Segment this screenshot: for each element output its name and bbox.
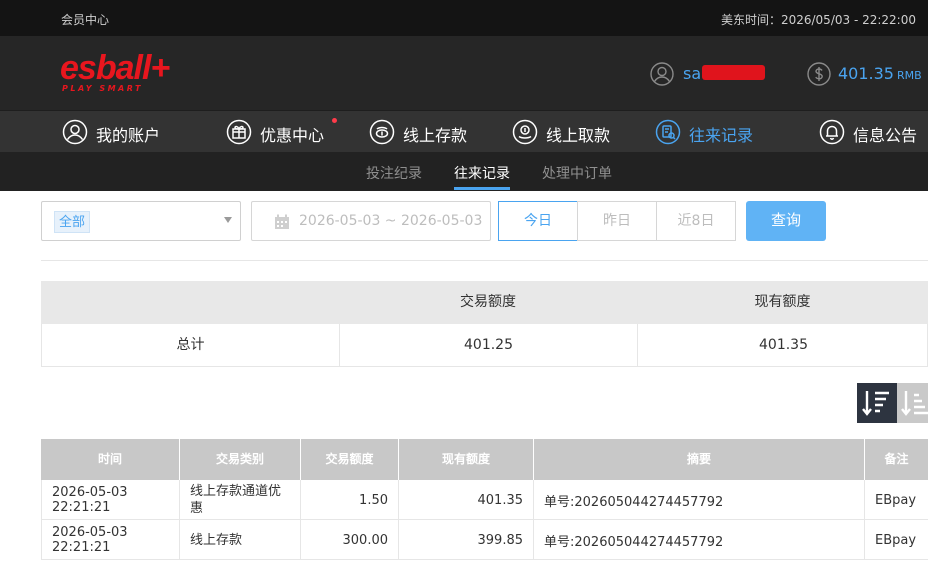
date-range-picker[interactable]: 2026-05-03 ~ 2026-05-03 bbox=[251, 201, 491, 241]
date-range-text: 2026-05-03 ~ 2026-05-03 bbox=[299, 213, 483, 229]
deposit-icon bbox=[369, 119, 395, 145]
row-balance: 399.85 bbox=[399, 520, 534, 560]
col-note: 备注 bbox=[884, 452, 909, 466]
sort-descending-icon bbox=[862, 391, 889, 416]
summary-transaction-amount: 401.25 bbox=[340, 324, 638, 367]
summary-header-current: 现有额度 bbox=[754, 294, 811, 310]
logo-wordmark: esball+ bbox=[60, 49, 170, 87]
summary-total-label: 总计 bbox=[42, 324, 340, 367]
row-amount: 1.50 bbox=[301, 480, 399, 520]
sort-ascending-button[interactable] bbox=[897, 383, 928, 423]
records-header-row: 时间 交易类别 交易额度 现有额度 摘要 备注 bbox=[41, 439, 928, 480]
chevron-down-icon bbox=[224, 217, 232, 223]
records-table: 时间 交易类别 交易额度 现有额度 摘要 备注 2026-05-03 22:21… bbox=[41, 439, 928, 560]
quick-today-button[interactable]: 今日 bbox=[498, 201, 578, 241]
row-time: 2026-05-03 22:21:21 bbox=[42, 520, 180, 560]
records-icon bbox=[655, 119, 681, 145]
sort-descending-button[interactable] bbox=[857, 383, 897, 423]
esball-logo[interactable]: esball+ PLAY SMART bbox=[60, 50, 170, 96]
row-type: 线上存款 bbox=[180, 520, 301, 560]
user-icon bbox=[650, 62, 674, 86]
main-nav: 我的账户 优惠中心 线上存款 线上取款 往来记录 信息公告 bbox=[0, 110, 928, 152]
nav-label: 我的账户 bbox=[96, 126, 161, 145]
query-button[interactable]: 查询 bbox=[746, 201, 826, 241]
col-type: 交易类别 bbox=[180, 439, 301, 480]
summary-header-row: 交易额度 现有额度 bbox=[41, 281, 928, 324]
calendar-icon bbox=[275, 214, 289, 229]
active-tab-indicator bbox=[454, 187, 510, 190]
summary-header-transaction: 交易额度 bbox=[460, 294, 516, 310]
row-time: 2026-05-03 22:21:21 bbox=[42, 480, 180, 520]
row-note: EBpay bbox=[875, 492, 917, 508]
gift-icon bbox=[226, 119, 252, 145]
nav-label: 线上取款 bbox=[546, 126, 611, 145]
quick-yesterday-button[interactable]: 昨日 bbox=[577, 201, 657, 241]
selected-type-chip: 全部 bbox=[54, 211, 91, 233]
quick-last-8-days-button[interactable]: 近8日 bbox=[656, 201, 736, 241]
row-balance: 401.35 bbox=[399, 480, 534, 520]
transaction-type-select[interactable]: 全部 bbox=[41, 201, 241, 241]
tab-bet-records[interactable]: 投注纪录 bbox=[366, 163, 422, 183]
username-redaction bbox=[702, 65, 765, 80]
dollar-icon bbox=[807, 62, 831, 86]
summary-table: 交易额度 现有额度 总计 401.25 401.35 bbox=[41, 281, 928, 367]
summary-total-row: 总计 401.25 401.35 bbox=[41, 324, 928, 367]
member-center-title: 会员中心 bbox=[61, 13, 110, 27]
nav-label: 信息公告 bbox=[853, 126, 918, 145]
sub-tabs: 投注纪录 往来记录 处理中订单 bbox=[0, 152, 928, 191]
row-summary: 单号:202605044274457792 bbox=[534, 520, 865, 560]
row-type: 线上存款通道优惠 bbox=[180, 480, 301, 520]
summary-header-blank bbox=[41, 281, 339, 324]
server-time: 美东时间：2026/05/03 - 22:22:00 bbox=[721, 11, 916, 28]
tab-pending-orders[interactable]: 处理中订单 bbox=[542, 163, 612, 183]
balance-value: 401.35 bbox=[838, 64, 894, 83]
summary-current-amount: 401.35 bbox=[759, 337, 808, 353]
col-amount: 交易额度 bbox=[301, 439, 399, 480]
balance-currency: RMB bbox=[896, 69, 922, 82]
logo-tagline: PLAY SMART bbox=[62, 84, 143, 93]
tab-transaction-records[interactable]: 往来记录 bbox=[454, 163, 510, 183]
balance-amount: 401.35 RMB bbox=[838, 64, 922, 83]
row-note: EBpay bbox=[875, 532, 917, 548]
row-amount: 300.00 bbox=[301, 520, 399, 560]
sort-ascending-icon bbox=[901, 391, 928, 416]
nav-label: 往来记录 bbox=[689, 126, 754, 145]
table-row: 2026-05-03 22:21:21 线上存款通道优惠 1.50 401.35… bbox=[41, 480, 928, 520]
divider bbox=[41, 260, 928, 261]
username: sa bbox=[683, 64, 702, 83]
row-summary: 单号:202605044274457792 bbox=[534, 480, 865, 520]
col-time: 时间 bbox=[41, 439, 180, 480]
col-balance: 现有额度 bbox=[399, 439, 534, 480]
nav-label: 优惠中心 bbox=[260, 126, 325, 145]
promotions-notification-dot bbox=[332, 118, 337, 123]
top-bar: 会员中心 美东时间：2026/05/03 - 22:22:00 bbox=[0, 0, 928, 36]
col-summary: 摘要 bbox=[534, 439, 865, 480]
user-circle-icon bbox=[62, 119, 88, 145]
header: esball+ PLAY SMART sa 401.35 RMB bbox=[0, 36, 928, 110]
nav-label: 线上存款 bbox=[403, 126, 468, 145]
server-time-value: 2026/05/03 - 22:22:00 bbox=[780, 13, 916, 27]
withdraw-icon bbox=[512, 119, 538, 145]
table-row: 2026-05-03 22:21:21 线上存款 300.00 399.85 单… bbox=[41, 520, 928, 560]
server-time-label: 美东时间： bbox=[720, 13, 781, 27]
bell-icon bbox=[819, 119, 845, 145]
